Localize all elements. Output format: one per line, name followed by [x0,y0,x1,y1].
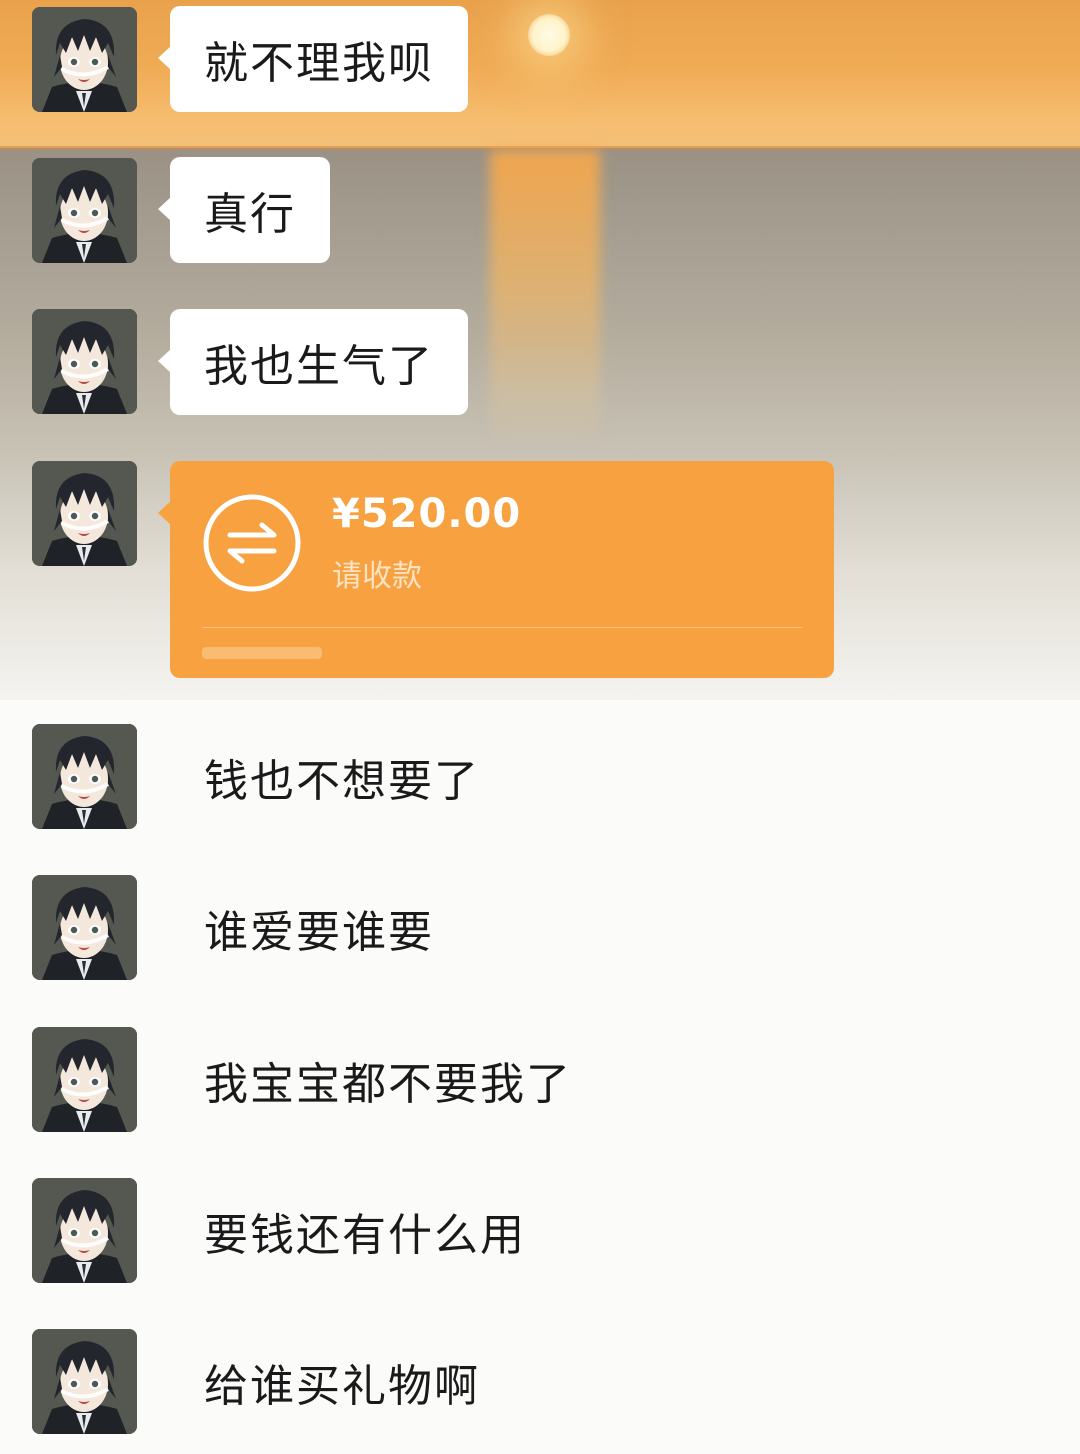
avatar[interactable] [32,7,137,112]
divider [202,627,802,628]
avatar[interactable] [32,875,137,980]
message-bubble[interactable]: 就不理我呗 [158,6,468,112]
anime-boy-avatar [32,1178,137,1283]
transfer-status: 请收款 [332,559,422,594]
message-bubble[interactable]: 我宝宝都不要我了 [170,1027,606,1133]
message-bubble[interactable]: 谁爱要谁要 [170,875,468,981]
transfer-card[interactable]: ¥520.00 请收款 [158,461,834,678]
message-bubble[interactable]: 给谁买礼物啊 [170,1329,514,1435]
message-text: 真行 [204,189,296,240]
anime-boy-avatar [32,1027,137,1132]
message-text: 要钱还有什么用 [204,1210,526,1261]
anime-boy-avatar [32,461,137,566]
message-text: 我也生气了 [204,341,434,392]
avatar[interactable] [32,461,137,566]
message-bubble[interactable]: 真行 [158,157,330,263]
anime-boy-avatar [32,875,137,980]
transfer-amount: ¥520.00 [332,491,522,537]
avatar[interactable] [32,309,137,414]
avatar[interactable] [32,158,137,263]
message-text: 就不理我呗 [204,38,434,89]
message-text: 钱也不想要了 [204,756,480,807]
anime-boy-avatar [32,724,137,829]
message-bubble[interactable]: 要钱还有什么用 [170,1178,560,1284]
transfer-arrows-icon [203,494,301,592]
anime-boy-avatar [32,7,137,112]
message-text: 我宝宝都不要我了 [204,1059,572,1110]
message-text: 谁爱要谁要 [204,907,434,958]
avatar[interactable] [32,1027,137,1132]
anime-boy-avatar [32,158,137,263]
avatar[interactable] [32,1329,137,1434]
sun-reflection [490,150,600,450]
anime-boy-avatar [32,1329,137,1434]
message-text: 给谁买礼物啊 [204,1361,480,1412]
sun [528,14,570,56]
message-bubble[interactable]: 我也生气了 [158,309,468,415]
anime-boy-avatar [32,309,137,414]
avatar[interactable] [32,724,137,829]
message-bubble[interactable]: 钱也不想要了 [170,724,514,830]
transfer-footer-label [202,647,322,659]
avatar[interactable] [32,1178,137,1283]
